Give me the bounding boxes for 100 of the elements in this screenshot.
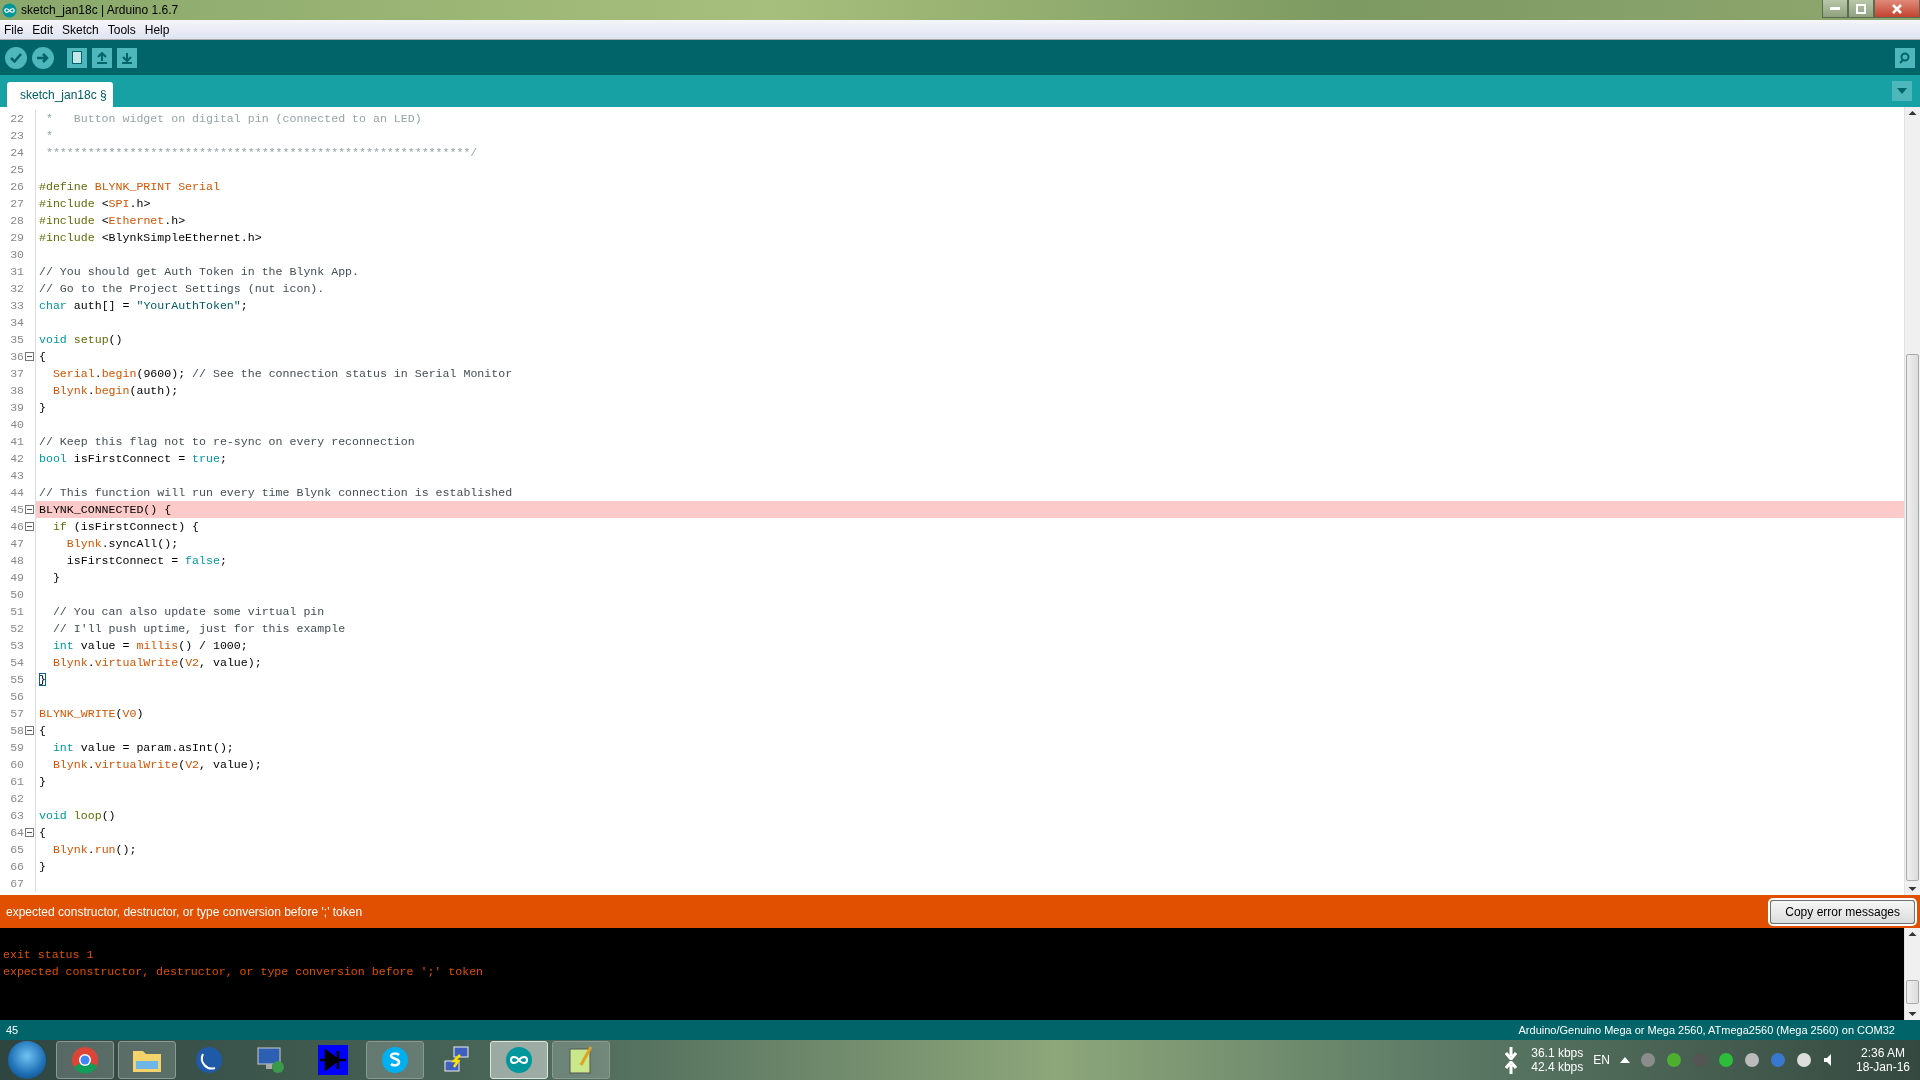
maximize-icon bbox=[1856, 3, 1866, 14]
line-number: 63 bbox=[9, 809, 24, 822]
line-number: 31 bbox=[9, 265, 24, 278]
line-number: 50 bbox=[9, 588, 24, 601]
line-number: 60 bbox=[9, 758, 24, 771]
menu-item[interactable]: Help bbox=[140, 22, 175, 37]
infinity-icon bbox=[2, 2, 17, 18]
tab-menu-button[interactable] bbox=[1892, 81, 1912, 101]
line-number: 59 bbox=[9, 741, 24, 754]
window-title: sketch_jan18c | Arduino 1.6.7 bbox=[21, 3, 179, 17]
code-line: { bbox=[38, 825, 47, 841]
down-arrow-icon bbox=[121, 51, 133, 64]
line-number: 58 bbox=[9, 724, 24, 737]
line-number: 49 bbox=[9, 571, 24, 584]
copy-error-button[interactable]: Copy error messages bbox=[1770, 899, 1915, 924]
magnifier-icon bbox=[1898, 51, 1912, 64]
line-number: 29 bbox=[9, 231, 24, 244]
open-button[interactable] bbox=[92, 47, 112, 68]
menu-item[interactable]: Edit bbox=[28, 22, 59, 37]
fold-minus-icon[interactable] bbox=[25, 828, 34, 837]
line-number: 34 bbox=[9, 316, 24, 329]
minimize-button[interactable] bbox=[1822, 0, 1848, 18]
menu-item[interactable]: Tools bbox=[103, 22, 141, 37]
line-number: 37 bbox=[9, 367, 24, 380]
line-number: 38 bbox=[9, 384, 24, 397]
line-number: 55 bbox=[9, 673, 24, 686]
sketch-tab[interactable]: sketch_jan18c § bbox=[7, 82, 113, 107]
code-line: // Go to the Project Settings (nut icon). bbox=[38, 281, 326, 297]
download-speed: 36.1 kbps bbox=[1531, 1046, 1584, 1060]
tray-icon[interactable] bbox=[1795, 1052, 1812, 1068]
line-number: 56 bbox=[9, 690, 24, 703]
code-line: } bbox=[38, 774, 47, 790]
taskbar-app-button[interactable] bbox=[56, 1041, 114, 1079]
fold-minus-icon[interactable] bbox=[25, 505, 34, 514]
code-line: Blynk.virtualWrite(V2, value); bbox=[51, 655, 263, 671]
clock-date: 18-Jan-16 bbox=[1855, 1060, 1910, 1074]
tray-icon[interactable] bbox=[1717, 1052, 1734, 1068]
serial-monitor-button[interactable] bbox=[1895, 47, 1915, 68]
monitor-icon bbox=[256, 1046, 286, 1074]
line-number: 36 bbox=[9, 350, 24, 363]
maximize-button[interactable] bbox=[1848, 0, 1874, 18]
language-indicator[interactable]: EN bbox=[1593, 1053, 1610, 1067]
chrome-icon bbox=[71, 1046, 99, 1074]
line-number: 33 bbox=[9, 299, 24, 312]
taskbar-app-button[interactable] bbox=[366, 1041, 424, 1079]
line-number: 44 bbox=[9, 486, 24, 499]
line-number: 30 bbox=[9, 248, 24, 261]
code-line: Blynk.virtualWrite(V2, value); bbox=[51, 757, 263, 773]
fold-minus-icon[interactable] bbox=[25, 522, 34, 531]
code-line: #include <Ethernet.h> bbox=[38, 213, 187, 229]
tray-icon[interactable] bbox=[1743, 1052, 1760, 1068]
line-number: 35 bbox=[9, 333, 24, 346]
line-number: 51 bbox=[9, 605, 24, 618]
line-number: 48 bbox=[9, 554, 24, 567]
line-number: 53 bbox=[9, 639, 24, 652]
code-line: // You can also update some virtual pin bbox=[51, 604, 326, 620]
close-button[interactable] bbox=[1874, 0, 1920, 18]
taskbar-app-button[interactable] bbox=[118, 1041, 176, 1079]
line-number: 66 bbox=[9, 860, 24, 873]
line-number: 67 bbox=[9, 877, 24, 890]
code-line: * Button widget on digital pin (connected to an LED) bbox=[44, 111, 423, 127]
line-number: 24 bbox=[9, 146, 24, 159]
line-number: 42 bbox=[9, 452, 24, 465]
code-line: #include <BlynkSimpleEthernet.h> bbox=[38, 230, 263, 246]
notepad-icon bbox=[567, 1045, 595, 1075]
fold-minus-icon[interactable] bbox=[25, 726, 34, 735]
line-number: 61 bbox=[9, 775, 24, 788]
verify-button[interactable] bbox=[5, 46, 27, 69]
code-line: } bbox=[38, 672, 47, 688]
line-number: 62 bbox=[9, 792, 24, 805]
code-line: #include <SPI.h> bbox=[38, 196, 152, 212]
taskbar-app-button[interactable] bbox=[552, 1041, 610, 1079]
line-number: 26 bbox=[9, 180, 24, 193]
menu-item[interactable]: File bbox=[0, 22, 29, 37]
right-arrow-icon bbox=[37, 52, 49, 63]
code-line: void loop() bbox=[38, 808, 117, 824]
save-button[interactable] bbox=[117, 47, 137, 68]
new-file-button[interactable] bbox=[67, 47, 87, 68]
code-line: } bbox=[51, 570, 61, 586]
line-number: 43 bbox=[9, 469, 24, 482]
scrollbar-thumb[interactable] bbox=[1906, 980, 1919, 1004]
menu-item[interactable]: Sketch bbox=[58, 22, 104, 37]
code-line: Serial.begin(9600); // See the connection status in Serial Monitor bbox=[51, 366, 514, 382]
line-number: 52 bbox=[9, 622, 24, 635]
code-line: #define BLYNK_PRINT Serial bbox=[38, 179, 221, 195]
page-icon bbox=[72, 51, 82, 64]
upload-button[interactable] bbox=[32, 46, 54, 69]
line-number: 54 bbox=[9, 656, 24, 669]
scrollbar-thumb[interactable] bbox=[1906, 354, 1919, 881]
error-message: expected constructor, destructor, or type conversion before ';' token bbox=[6, 904, 363, 919]
code-line: Blynk.run(); bbox=[51, 842, 138, 858]
code-line: { bbox=[38, 349, 47, 365]
show-hidden-icons-icon[interactable] bbox=[1619, 1057, 1630, 1063]
start-button[interactable] bbox=[8, 1041, 46, 1079]
code-line: char auth[] = "YourAuthToken"; bbox=[38, 298, 249, 314]
fold-minus-icon[interactable] bbox=[25, 352, 34, 361]
upload-speed: 42.4 kbps bbox=[1531, 1060, 1584, 1074]
up-arrow-icon bbox=[96, 51, 108, 64]
line-number: 27 bbox=[9, 197, 24, 210]
line-number: 57 bbox=[9, 707, 24, 720]
